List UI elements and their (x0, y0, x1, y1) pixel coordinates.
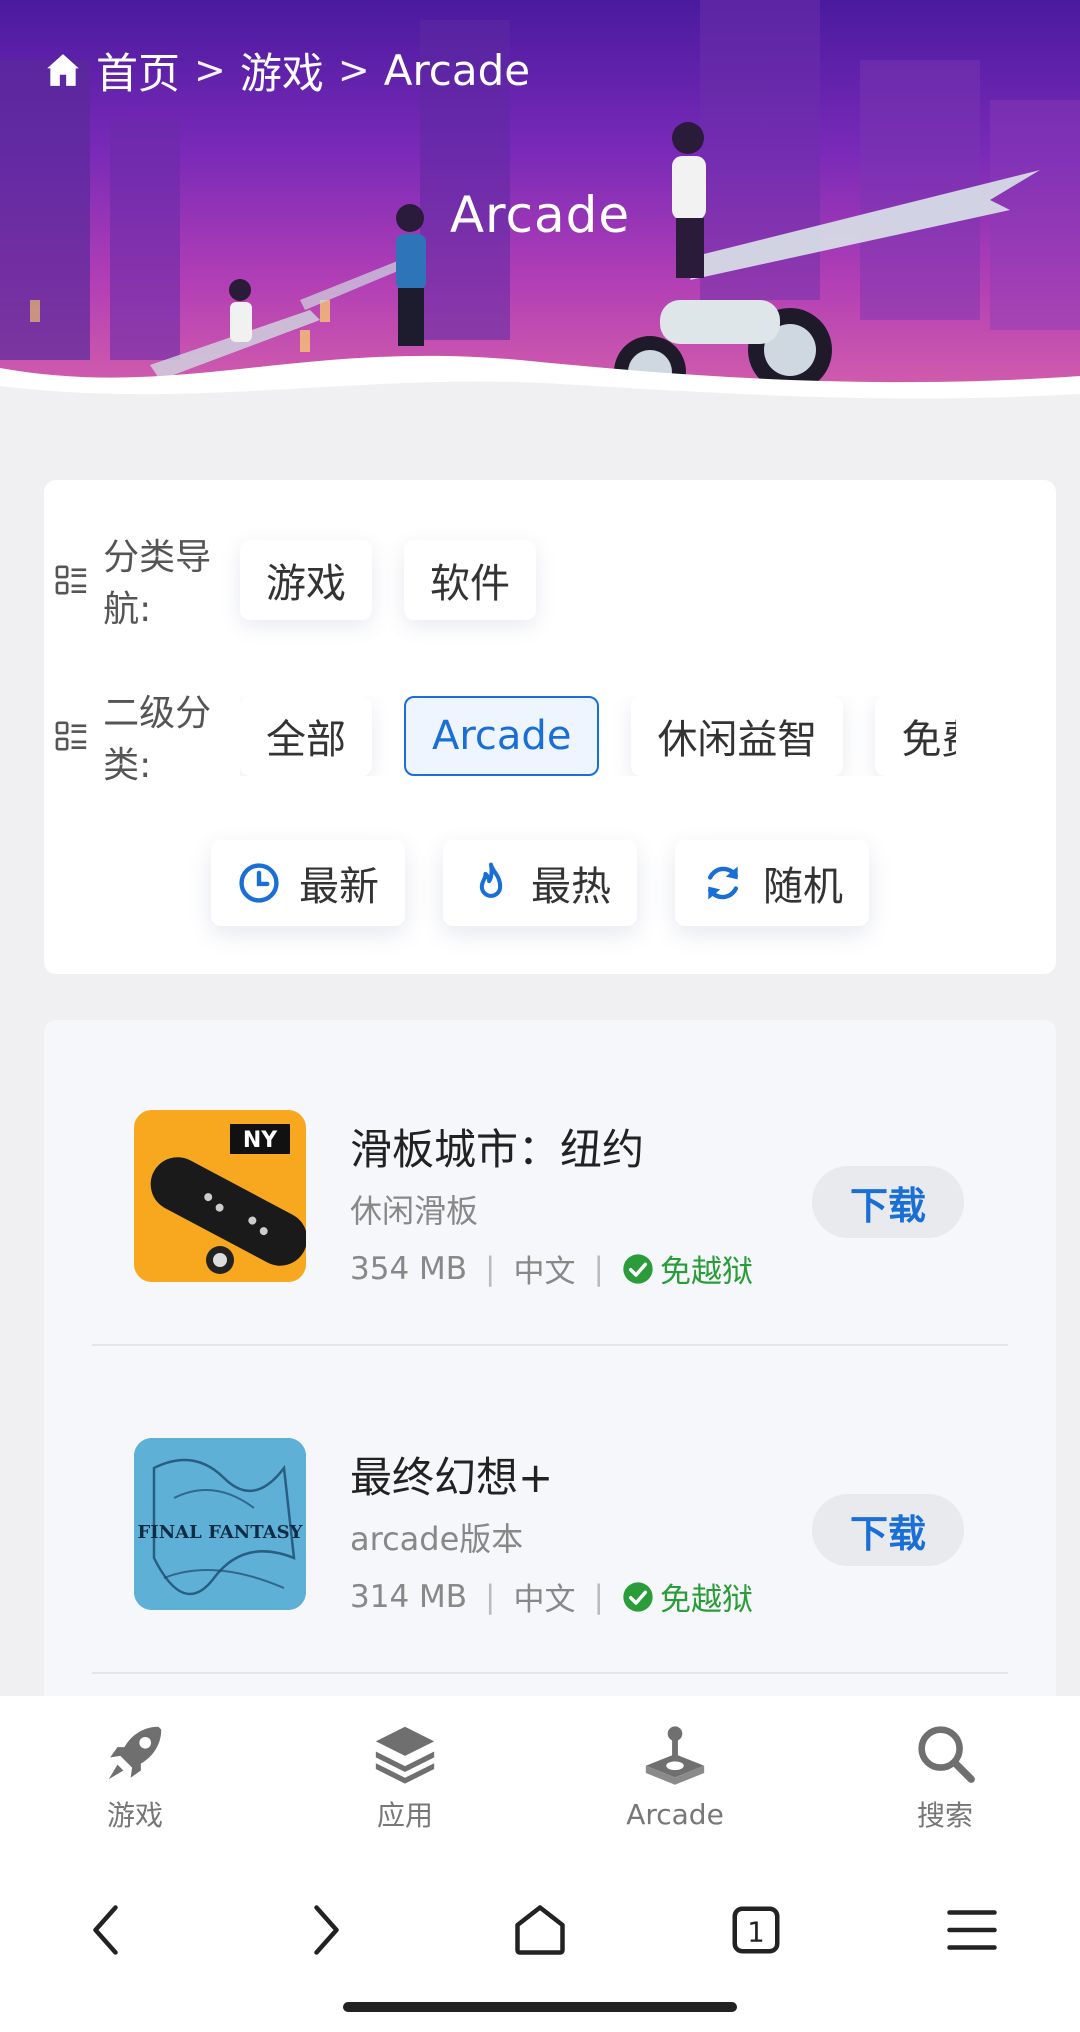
bottom-tab-bar: 游戏 应用 Arcade 搜索 (0, 1696, 1080, 1856)
check-circle-icon (623, 1253, 653, 1284)
back-button[interactable] (0, 1900, 216, 1960)
list-icon (55, 721, 87, 751)
tab-games[interactable]: 游戏 (0, 1696, 270, 1856)
subcategory-chips: 全部 Arcade 休闲益智 免费 (240, 696, 956, 776)
list-item[interactable]: NY 滑板城市：纽约 休闲滑板 354 MB | 中文 | 免越狱 下载 (92, 1020, 1008, 1346)
tab-count: 1 (747, 1916, 765, 1948)
jailbreak-badge: 免越狱 (622, 1246, 753, 1291)
menu-button[interactable] (864, 1900, 1080, 1960)
category-nav-row: 分类导航: 游戏 软件 (54, 528, 568, 632)
app-size: 354 MB (350, 1250, 468, 1287)
sort-newest-label: 最新 (299, 864, 379, 910)
chip-software[interactable]: 软件 (404, 540, 536, 620)
tabs-button[interactable]: 1 (648, 1900, 864, 1960)
app-subtitle: 休闲滑板 (350, 1192, 479, 1230)
sort-hottest-button[interactable]: 最热 (443, 840, 637, 926)
app-icon-skate-city[interactable]: NY (134, 1110, 306, 1282)
layers-icon (375, 1726, 435, 1784)
app-list: NY 滑板城市：纽约 休闲滑板 354 MB | 中文 | 免越狱 下载 FIN… (44, 1020, 1056, 1720)
chevron-left-icon (93, 1905, 118, 1955)
chip-free[interactable]: 免费 (875, 696, 956, 776)
jailbreak-text: 免越狱 (659, 1254, 753, 1290)
hero-banner: 首页 > 游戏 > Arcade Arcade (0, 0, 1080, 436)
app-meta: 314 MB | 中文 | 免越狱 (350, 1574, 753, 1619)
tab-arcade-label: Arcade (626, 1797, 724, 1831)
home-button[interactable] (432, 1900, 648, 1960)
download-button[interactable]: 下载 (812, 1494, 964, 1566)
breadcrumb-games[interactable]: 游戏 (240, 40, 324, 101)
chip-games[interactable]: 游戏 (240, 540, 372, 620)
app-meta: 354 MB | 中文 | 免越狱 (350, 1246, 753, 1291)
meta-separator: | (485, 1578, 496, 1615)
app-size: 314 MB (350, 1578, 468, 1615)
page-title: Arcade (449, 186, 631, 244)
sort-newest-button[interactable]: 最新 (211, 840, 405, 926)
chip-casual-puzzle[interactable]: 休闲益智 (631, 696, 844, 776)
app-subtitle: arcade版本 (350, 1520, 524, 1558)
app-name[interactable]: 最终幻想+ (350, 1444, 553, 1505)
sort-random-label: 随机 (763, 864, 843, 910)
app-language: 中文 (513, 1254, 576, 1290)
jailbreak-text: 免越狱 (659, 1582, 753, 1618)
category-nav-text: 分类导航: (103, 537, 212, 630)
check-circle-icon (623, 1581, 653, 1612)
list-icon (55, 565, 87, 595)
clock-icon (239, 863, 279, 903)
jailbreak-badge: 免越狱 (622, 1574, 753, 1619)
chevron-right-icon (314, 1905, 339, 1955)
sort-random-button[interactable]: 随机 (675, 840, 869, 926)
subcategory-row: 二级分类: 全部 Arcade 休闲益智 免费 (54, 684, 956, 788)
home-indicator (343, 2002, 737, 2012)
menu-icon (947, 1910, 997, 1950)
flame-icon (479, 862, 503, 898)
search-icon (918, 1726, 975, 1783)
ff-logo-text: FINAL FANTASY (138, 1522, 304, 1543)
tab-apps[interactable]: 应用 (270, 1696, 540, 1856)
breadcrumb-separator: > (337, 48, 370, 92)
forward-button[interactable] (216, 1900, 432, 1960)
tab-arcade[interactable]: Arcade (540, 1696, 810, 1856)
meta-separator: | (485, 1250, 496, 1287)
app-language: 中文 (513, 1582, 576, 1618)
tabs-count-icon: 1 (732, 1906, 780, 1954)
home-icon[interactable] (44, 51, 82, 89)
category-nav-label: 分类导航: (54, 528, 240, 632)
joystick-icon (645, 1725, 705, 1785)
ny-badge-text: NY (243, 1128, 278, 1153)
meta-separator: | (593, 1578, 604, 1615)
breadcrumb-current: Arcade (383, 45, 531, 95)
chip-all[interactable]: 全部 (240, 696, 372, 776)
house-icon (515, 1905, 565, 1955)
rocket-icon (108, 1726, 162, 1780)
list-item[interactable]: FINAL FANTASY 最终幻想+ arcade版本 314 MB | 中文… (92, 1348, 1008, 1674)
breadcrumb-separator: > (194, 48, 226, 92)
refresh-icon (707, 866, 739, 900)
chip-arcade[interactable]: Arcade (404, 696, 600, 776)
tab-apps-label: 应用 (376, 1799, 433, 1832)
meta-separator: | (593, 1250, 604, 1287)
sort-hottest-label: 最热 (531, 864, 611, 910)
tab-search-label: 搜索 (916, 1799, 973, 1832)
download-button[interactable]: 下载 (812, 1166, 964, 1238)
app-icon-final-fantasy[interactable]: FINAL FANTASY (134, 1438, 306, 1610)
sort-options: 最新 最热 随机 (0, 840, 1080, 926)
breadcrumb-home[interactable]: 首页 (96, 40, 180, 101)
tab-search[interactable]: 搜索 (810, 1696, 1080, 1856)
subcategory-text: 二级分类: (103, 693, 212, 786)
tab-games-label: 游戏 (106, 1799, 163, 1832)
breadcrumb: 首页 > 游戏 > Arcade (44, 40, 530, 100)
subcategory-label: 二级分类: (54, 684, 240, 788)
app-name[interactable]: 滑板城市：纽约 (350, 1116, 644, 1177)
